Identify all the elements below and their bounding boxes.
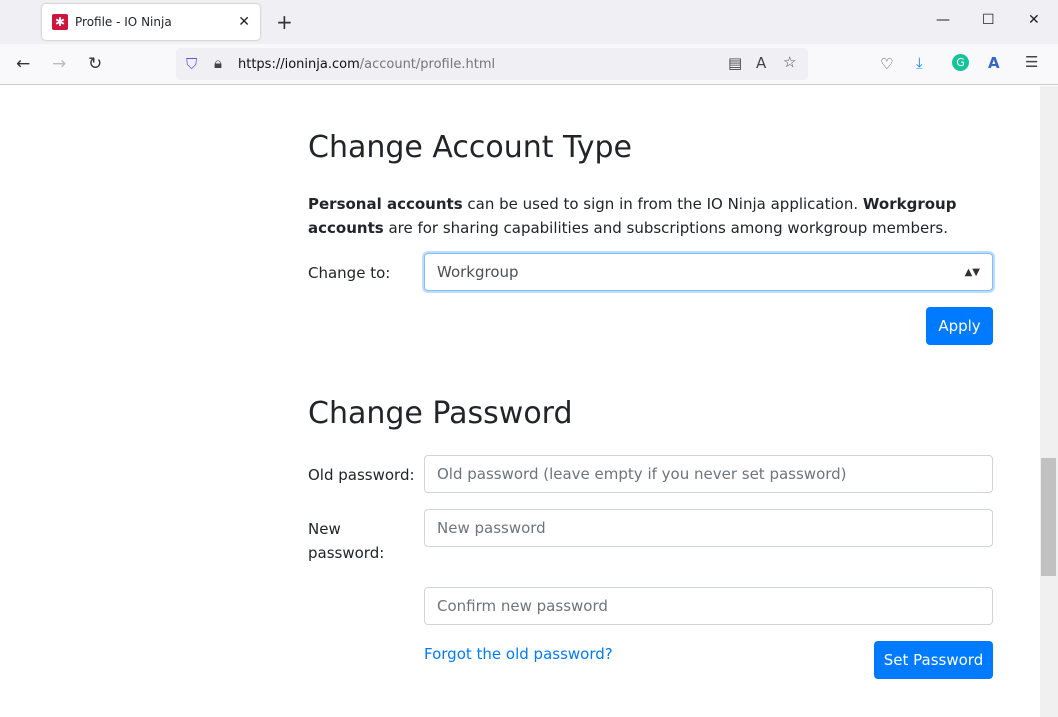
tab-title: Profile - IO Ninja xyxy=(75,15,172,29)
translate-extension-icon[interactable]: A xyxy=(988,54,1000,72)
shield-icon[interactable]: ⛉ xyxy=(186,55,197,73)
selected-value: Workgroup xyxy=(437,263,519,281)
nav-bar: ← → ↻ ⛉ 🔒︎ https://ioninja.com/account/p… xyxy=(0,44,1058,85)
old-password-input[interactable]: Old password (leave empty if you never s… xyxy=(424,455,993,493)
account-type-select[interactable]: Workgroup ▲▼ xyxy=(424,253,993,291)
scrollbar[interactable] xyxy=(1040,86,1058,717)
new-tab-icon[interactable]: + xyxy=(276,10,293,34)
maximize-icon[interactable]: ☐ xyxy=(982,12,995,28)
close-tab-icon[interactable]: ✕ xyxy=(238,14,250,30)
page-content: Change Account Type Personal accounts ca… xyxy=(0,86,1040,717)
url-host: https://ioninja.com xyxy=(238,56,360,72)
url-bar[interactable]: ⛉ 🔒︎ https://ioninja.com/account/profile… xyxy=(176,48,808,80)
confirm-password-input[interactable]: Confirm new password xyxy=(424,587,993,625)
new-password-input[interactable]: New password xyxy=(424,509,993,547)
minimize-icon[interactable]: — xyxy=(936,12,950,28)
desc-text: can be used to sign in from the IO Ninja… xyxy=(462,195,863,213)
lock-icon[interactable]: 🔒︎ xyxy=(214,54,222,72)
reader-view-icon[interactable]: ▤ xyxy=(728,54,742,72)
download-icon[interactable]: ⤓ xyxy=(916,54,923,72)
apply-button[interactable]: Apply xyxy=(926,307,993,345)
menu-icon[interactable]: ☰ xyxy=(1025,53,1038,71)
back-icon[interactable]: ← xyxy=(16,54,30,74)
tab-bar: ✱ Profile - IO Ninja ✕ + — ☐ ✕ xyxy=(0,0,1058,44)
scrollbar-thumb[interactable] xyxy=(1041,458,1056,576)
bookmark-star-icon[interactable]: ☆ xyxy=(783,53,796,71)
forward-icon: → xyxy=(52,54,67,74)
url-path: /account/profile.html xyxy=(359,56,496,72)
new-password-label: New password: xyxy=(308,520,385,562)
pocket-icon[interactable]: ♡ xyxy=(880,55,893,73)
grammarly-icon[interactable]: G xyxy=(952,54,969,71)
change-to-label: Change to: xyxy=(308,264,391,282)
select-arrows-icon: ▲▼ xyxy=(964,266,980,278)
account-type-description: Personal accounts can be used to sign in… xyxy=(308,192,998,240)
old-password-label: Old password: xyxy=(308,466,415,484)
forgot-password-link[interactable]: Forgot the old password? xyxy=(424,645,613,663)
desc-text: are for sharing capabilities and subscri… xyxy=(383,219,948,237)
account-type-heading: Change Account Type xyxy=(308,130,632,165)
reload-icon[interactable]: ↻ xyxy=(88,54,102,74)
translate-icon[interactable]: A xyxy=(756,54,766,72)
browser-tab[interactable]: ✱ Profile - IO Ninja ✕ xyxy=(42,4,260,40)
close-window-icon[interactable]: ✕ xyxy=(1028,12,1040,28)
change-password-heading: Change Password xyxy=(308,396,573,431)
personal-accounts-text: Personal accounts xyxy=(308,195,463,213)
ioninja-favicon-icon: ✱ xyxy=(52,14,68,30)
set-password-button[interactable]: Set Password xyxy=(874,641,993,679)
